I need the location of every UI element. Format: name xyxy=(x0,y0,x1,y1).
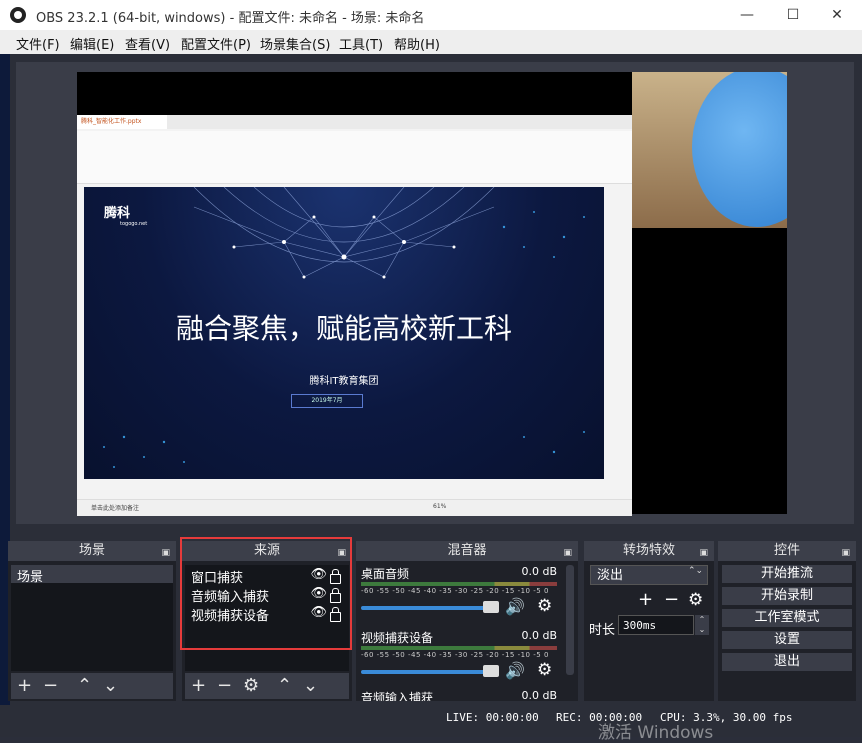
camera-capture xyxy=(632,72,787,228)
meter-scale: -60 -55 -50 -45 -40 -35 -30 -25 -20 -15 … xyxy=(361,587,549,595)
mixer-header: 混音器 ▣ xyxy=(356,541,578,561)
chevron-updown-icon[interactable]: ⌃⌄ xyxy=(688,566,703,576)
menu-view[interactable]: 查看(V) xyxy=(125,34,170,53)
ppt-side-toolbar xyxy=(609,187,627,479)
track-name: 桌面音频 xyxy=(361,567,410,581)
menu-tools[interactable]: 工具(T) xyxy=(339,34,383,53)
scene-item[interactable]: 场景 xyxy=(17,566,43,585)
controls-panel: 控件 ▣ 开始推流 开始录制 工作室模式 设置 退出 xyxy=(718,541,856,701)
menu-edit[interactable]: 编辑(E) xyxy=(70,34,114,53)
exit-button[interactable]: 退出 xyxy=(722,653,852,671)
start-recording-button[interactable]: 开始录制 xyxy=(722,587,852,605)
studio-mode-button[interactable]: 工作室模式 xyxy=(722,609,852,627)
volume-slider[interactable] xyxy=(361,606,491,610)
activate-windows-watermark: 激活 Windows xyxy=(598,723,714,743)
speaker-icon[interactable]: 🔊 xyxy=(505,661,525,680)
sources-highlight-box xyxy=(180,537,352,650)
gear-icon[interactable]: ⚙ xyxy=(243,675,259,696)
volume-slider-handle[interactable] xyxy=(483,601,499,613)
track-name: 音频输入捕获 xyxy=(361,691,434,701)
mixer-track: 音频输入捕获 0.0 dB xyxy=(361,689,557,701)
dock-icon[interactable]: ▣ xyxy=(699,543,708,563)
gear-icon[interactable]: ⚙ xyxy=(537,596,552,616)
remove-icon[interactable]: − xyxy=(217,675,232,696)
add-icon[interactable]: + xyxy=(638,589,653,610)
add-icon[interactable]: + xyxy=(191,675,206,696)
transitions-panel: 转场特效 ▣ 淡出 ⌃⌄ + − ⚙ 时长 300ms ⌃ ⌄ xyxy=(584,541,714,701)
status-bar: LIVE: 00:00:00 REC: 00:00:00 CPU: 3.3%, … xyxy=(0,705,862,737)
ppt-slide: 腾科 togogo.net 融合聚焦，赋能高校新工科 腾科IT教育集团 2019年… xyxy=(84,187,604,479)
ppt-note: 单击此处添加备注 xyxy=(91,505,140,512)
track-db: 0.0 dB xyxy=(521,629,557,642)
remove-icon[interactable]: − xyxy=(43,675,58,696)
speaker-icon[interactable]: 🔊 xyxy=(505,597,525,616)
mixer-tracks: 桌面音频 0.0 dB -60 -55 -50 -45 -40 -35 -30 … xyxy=(356,563,566,701)
track-name: 视频捕获设备 xyxy=(361,631,434,645)
scenes-list[interactable]: 场景 xyxy=(11,565,173,671)
slide-subtitle: 腾科IT教育集团 xyxy=(309,376,379,387)
scenes-panel: 场景 ▣ 场景 + − ⌃ ⌄ xyxy=(8,541,176,701)
menu-scene-collection[interactable]: 场景集合(S) xyxy=(260,34,330,53)
duration-input[interactable]: 300ms xyxy=(618,615,694,635)
volume-meter xyxy=(361,582,557,586)
menu-bar: 文件(F) 编辑(E) 查看(V) 配置文件(P) 场景集合(S) 工具(T) … xyxy=(0,30,862,54)
volume-slider[interactable] xyxy=(361,670,491,674)
track-db: 0.0 dB xyxy=(521,689,557,701)
move-down-icon[interactable]: ⌄ xyxy=(303,675,318,696)
slide-logo: 腾科 togogo.net xyxy=(104,206,148,227)
menu-help[interactable]: 帮助(H) xyxy=(394,34,440,53)
menu-file[interactable]: 文件(F) xyxy=(16,34,60,53)
dock-icon[interactable]: ▣ xyxy=(563,543,572,563)
move-up-icon[interactable]: ⌃ xyxy=(277,675,292,696)
duration-label: 时长 xyxy=(589,623,616,638)
ppt-document-tab: 腾科_智能化工作.pptx xyxy=(77,115,167,129)
live-time: LIVE: 00:00:00 xyxy=(446,711,539,724)
move-up-icon[interactable]: ⌃ xyxy=(77,675,92,696)
gear-icon[interactable]: ⚙ xyxy=(537,660,552,680)
start-streaming-button[interactable]: 开始推流 xyxy=(722,565,852,583)
close-button[interactable]: ✕ xyxy=(814,0,860,30)
maximize-button[interactable]: ☐ xyxy=(770,0,816,30)
mixer-panel: 混音器 ▣ 桌面音频 0.0 dB -60 -55 -50 -45 -40 -35… xyxy=(356,541,578,701)
gear-icon[interactable]: ⚙ xyxy=(688,590,703,610)
slide-date: 2019年7月 xyxy=(291,394,363,408)
window-title: OBS 23.2.1 (64-bit, windows) - 配置文件: 未命名… xyxy=(36,11,425,26)
remove-icon[interactable]: − xyxy=(664,589,679,610)
scenes-header: 场景 ▣ xyxy=(8,541,176,561)
settings-button[interactable]: 设置 xyxy=(722,631,852,649)
meter-scale: -60 -55 -50 -45 -40 -35 -30 -25 -20 -15 … xyxy=(361,651,549,659)
sources-toolbar: + − ⚙ ⌃ ⌄ xyxy=(185,673,349,699)
title-bar: OBS 23.2.1 (64-bit, windows) - 配置文件: 未命名… xyxy=(0,0,862,30)
scenes-toolbar: + − ⌃ ⌄ xyxy=(11,673,173,699)
menu-profile[interactable]: 配置文件(P) xyxy=(181,34,251,53)
ppt-status-bar: 单击此处添加备注 61% xyxy=(77,499,632,516)
dock-icon[interactable]: ▣ xyxy=(841,543,850,563)
mixer-track: 视频捕获设备 0.0 dB -60 -55 -50 -45 -40 -35 -3… xyxy=(361,629,557,687)
volume-meter xyxy=(361,646,557,650)
track-db: 0.0 dB xyxy=(521,565,557,578)
ppt-ribbon xyxy=(77,131,632,184)
controls-header: 控件 ▣ xyxy=(718,541,856,561)
balloon-image xyxy=(692,72,787,227)
duration-spinner[interactable]: ⌃ ⌄ xyxy=(695,615,709,635)
obs-window: OBS 23.2.1 (64-bit, windows) - 配置文件: 未命名… xyxy=(0,0,862,743)
add-icon[interactable]: + xyxy=(17,675,32,696)
obs-logo-icon xyxy=(10,7,26,23)
dock-icon[interactable]: ▣ xyxy=(161,543,170,563)
ppt-tab-bar: 腾科_智能化工作.pptx xyxy=(77,115,632,129)
captured-presentation-window: 腾科_智能化工作.pptx 腾科 togogo.net 融合聚焦，赋能高校新工科… xyxy=(77,115,632,516)
ppt-zoom: 61% xyxy=(433,503,447,510)
minimize-button[interactable]: — xyxy=(724,0,770,30)
mixer-track: 桌面音频 0.0 dB -60 -55 -50 -45 -40 -35 -30 … xyxy=(361,565,557,623)
mixer-scrollbar[interactable] xyxy=(566,565,574,675)
transitions-header: 转场特效 ▣ xyxy=(584,541,714,561)
volume-slider-handle[interactable] xyxy=(483,665,499,677)
move-down-icon[interactable]: ⌄ xyxy=(103,675,118,696)
slide-title: 融合聚焦，赋能高校新工科 xyxy=(175,312,512,345)
